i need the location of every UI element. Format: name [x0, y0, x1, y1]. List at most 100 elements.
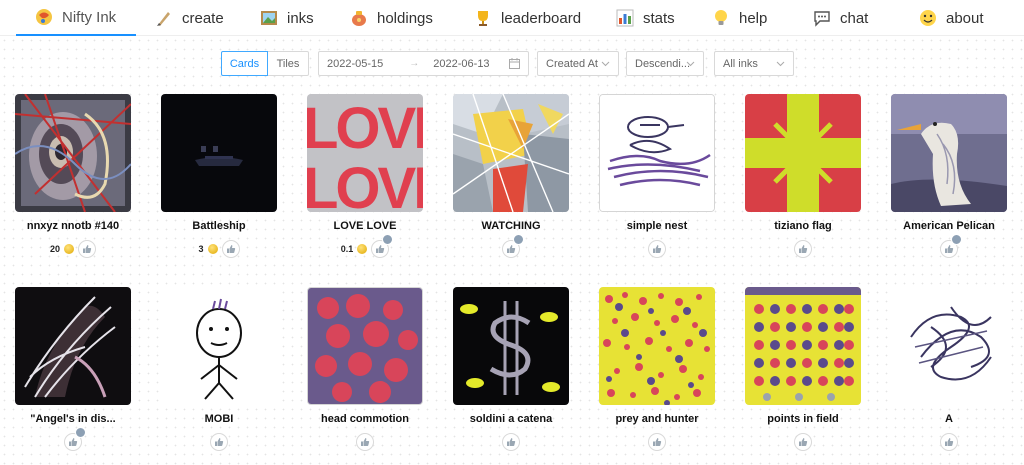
ink-thumbnail[interactable]	[453, 94, 569, 212]
ink-thumbnail[interactable]	[599, 94, 715, 212]
thumbs-up-icon	[376, 245, 385, 253]
date-to[interactable]: 2022-06-13	[433, 58, 489, 70]
ink-card: head commotion	[292, 281, 438, 461]
ink-title[interactable]: simple nest	[584, 220, 730, 232]
top-nav: Nifty Ink create inks holdings leaderboa…	[0, 0, 1024, 36]
thumbs-up-icon	[507, 438, 516, 446]
like-button[interactable]	[502, 433, 520, 451]
nav-item-about[interactable]: about	[918, 0, 984, 36]
ink-title[interactable]: Battleship	[146, 220, 292, 232]
like-button[interactable]	[210, 433, 228, 451]
ink-meta	[0, 427, 146, 451]
love-art-text: LOVE	[307, 96, 423, 161]
smiley-icon	[918, 8, 938, 28]
thumbs-up-icon	[945, 438, 954, 446]
like-button[interactable]	[940, 234, 962, 258]
ink-card: prey and hunter	[584, 281, 730, 461]
owner-avatar-icon	[513, 234, 524, 245]
nav-label: about	[946, 9, 984, 27]
like-button[interactable]	[940, 433, 958, 451]
thumbs-up-icon	[69, 438, 78, 446]
nav-item-help[interactable]: help	[711, 0, 767, 36]
ink-title[interactable]: points in field	[730, 413, 876, 425]
ink-title[interactable]: nnxyz nnotb #140	[0, 220, 146, 232]
ink-meta	[876, 234, 1022, 258]
ink-card: simple nest	[584, 88, 730, 268]
ink-thumbnail[interactable]	[453, 287, 569, 405]
like-button[interactable]	[78, 240, 96, 258]
ink-meta	[438, 234, 584, 258]
ink-title[interactable]: soldini a catena	[438, 413, 584, 425]
ink-price: 20	[49, 244, 60, 254]
nav-item-chat[interactable]: chat	[812, 0, 868, 36]
ink-meta	[292, 433, 438, 451]
like-button[interactable]	[371, 234, 394, 258]
like-button[interactable]	[502, 234, 524, 258]
like-button[interactable]	[648, 240, 666, 258]
like-button[interactable]	[794, 240, 812, 258]
ink-thumbnail[interactable]	[745, 94, 861, 212]
date-range-picker[interactable]: 2022-05-15 → 2022-06-13	[318, 51, 529, 76]
sort-order-select[interactable]: Descendi...	[626, 51, 704, 76]
ink-title[interactable]: prey and hunter	[584, 413, 730, 425]
ink-card: WATCHING	[438, 88, 584, 268]
date-from[interactable]: 2022-05-15	[327, 58, 383, 70]
ink-title[interactable]: MOBI	[146, 413, 292, 425]
ink-card: Battleship 3	[146, 88, 292, 268]
sort-field-select[interactable]: Created At	[537, 51, 619, 76]
thumbs-up-icon	[653, 245, 662, 253]
thumbs-up-icon	[945, 245, 954, 253]
ink-meta	[584, 433, 730, 451]
nav-item-leaderboard[interactable]: leaderboard	[473, 0, 581, 36]
ink-filter-value: All inks	[723, 57, 758, 70]
ink-card: soldini a catena	[438, 281, 584, 461]
coin-icon	[207, 244, 218, 254]
ink-title[interactable]: "Angel's in dis...	[0, 413, 146, 425]
nav-item-inks[interactable]: inks	[259, 0, 314, 36]
ink-thumbnail[interactable]	[161, 287, 277, 405]
ink-thumbnail[interactable]	[307, 287, 423, 405]
ink-thumbnail[interactable]	[599, 287, 715, 405]
ink-meta: 20	[0, 240, 146, 258]
nav-label: Nifty Ink	[62, 8, 117, 26]
thumbs-up-icon	[507, 245, 516, 253]
nav-item-nifty-ink[interactable]: Nifty Ink	[16, 0, 136, 36]
view-cards-button[interactable]: Cards	[221, 51, 268, 76]
ink-thumbnail[interactable]	[891, 94, 1007, 212]
owner-avatar-icon	[75, 427, 86, 438]
ink-title[interactable]: LOVE LOVE	[292, 220, 438, 232]
nav-item-stats[interactable]: stats	[615, 0, 675, 36]
like-button[interactable]	[221, 240, 240, 258]
ink-card: points in field	[730, 281, 876, 461]
coin-icon	[64, 244, 74, 254]
ink-title[interactable]: head commotion	[292, 413, 438, 425]
nav-item-holdings[interactable]: holdings	[349, 0, 433, 36]
ink-price: 3	[198, 244, 204, 254]
ink-title[interactable]: A	[876, 413, 1022, 425]
ink-thumbnail[interactable]	[15, 94, 131, 212]
ink-thumbnail[interactable]	[745, 287, 861, 405]
ink-thumbnail[interactable]	[891, 287, 1007, 405]
like-button[interactable]	[794, 433, 812, 451]
ink-title[interactable]: American Pelican	[876, 220, 1022, 232]
speech-bubble-icon	[812, 8, 832, 28]
nav-label: leaderboard	[501, 9, 582, 27]
ink-thumbnail[interactable]	[15, 287, 131, 405]
framed-picture-icon	[259, 8, 279, 28]
ink-title[interactable]: tiziano flag	[730, 220, 876, 232]
date-arrow: →	[409, 58, 420, 69]
ink-card: American Pelican	[876, 88, 1022, 268]
ink-filter-select[interactable]: All inks	[714, 51, 794, 76]
ink-thumbnail[interactable]	[161, 94, 277, 212]
ink-title[interactable]: WATCHING	[438, 220, 584, 232]
ink-card: LOVE LOVE LOVE LOVE 0.1	[292, 88, 438, 268]
ink-meta	[730, 240, 876, 258]
ink-meta	[730, 433, 876, 451]
like-button[interactable]	[648, 433, 666, 451]
view-tiles-button[interactable]: Tiles	[268, 51, 309, 76]
sort-order-value: Descendi...	[635, 57, 691, 70]
ink-thumbnail[interactable]: LOVE LOVE	[307, 94, 423, 212]
like-button[interactable]	[64, 427, 86, 451]
like-button[interactable]	[356, 433, 374, 451]
nav-item-create[interactable]: create	[154, 0, 224, 36]
